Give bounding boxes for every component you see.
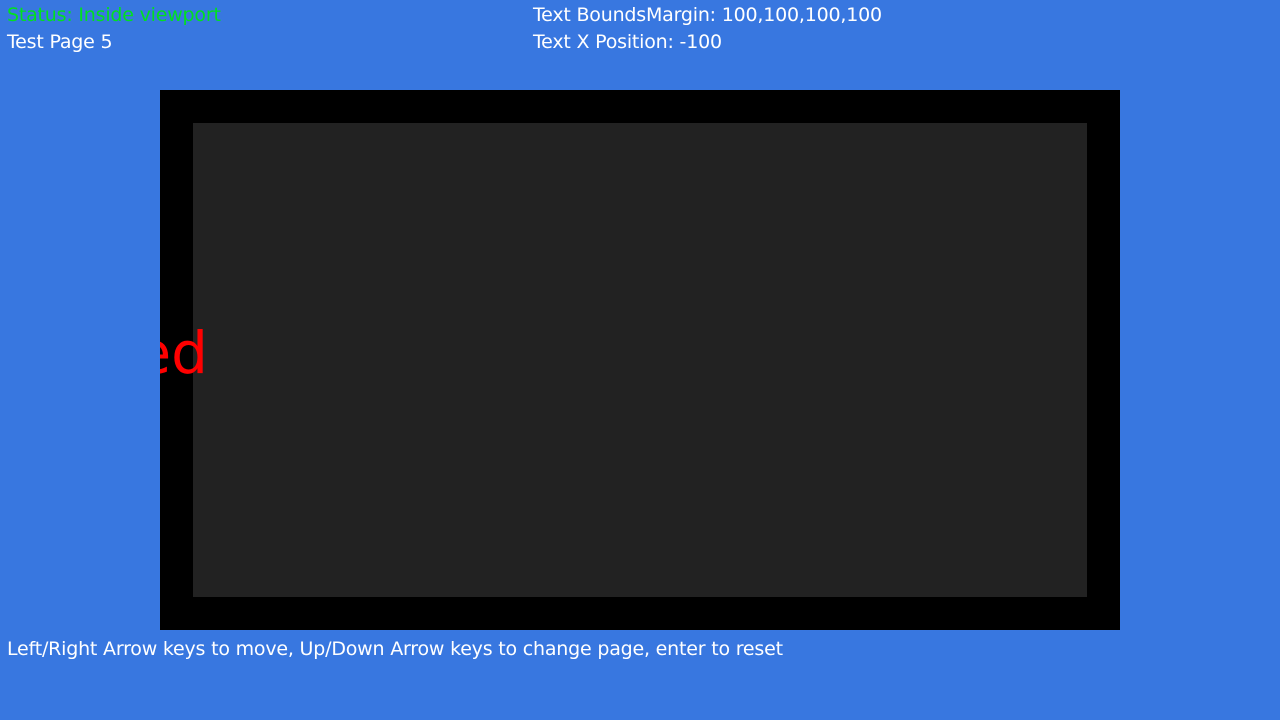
status-text: Status: Inside viewport	[7, 4, 221, 26]
viewport-frame: Red	[160, 90, 1120, 630]
moving-text: Red	[160, 319, 208, 387]
text-x-position-readout: Text X Position: -100	[533, 31, 722, 53]
viewport-inner-area	[193, 123, 1087, 597]
page-label: Test Page 5	[7, 31, 113, 53]
bounds-margin-readout: Text BoundsMargin: 100,100,100,100	[533, 4, 882, 26]
instructions-text: Left/Right Arrow keys to move, Up/Down A…	[7, 638, 783, 660]
